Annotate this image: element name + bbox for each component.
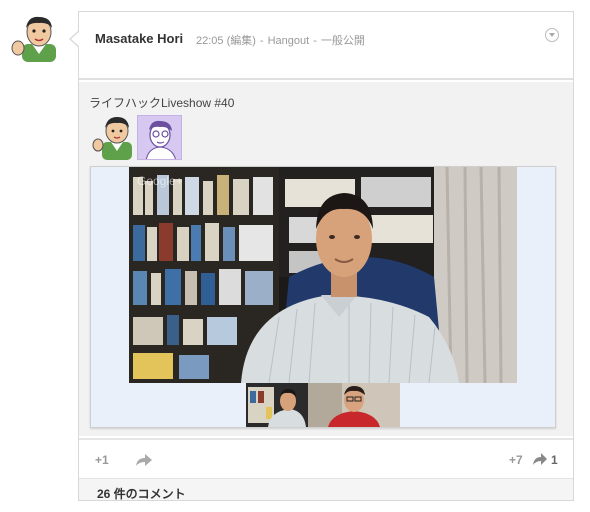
meta-separator: - bbox=[259, 35, 264, 47]
post-visibility[interactable]: 一般公開 bbox=[321, 35, 365, 47]
hangout-video[interactable]: Google+ bbox=[90, 166, 556, 428]
comments-section: 26 件のコメント bbox=[79, 478, 573, 500]
meta-separator: - bbox=[313, 35, 317, 47]
participant-thumbnail[interactable] bbox=[246, 383, 308, 427]
post-edited: (編集) bbox=[226, 35, 256, 47]
post-meta: 22:05 (編集) - Hangout - 一般公開 bbox=[196, 32, 365, 48]
share-arrow-icon[interactable] bbox=[532, 452, 548, 466]
plusone-count[interactable]: +7 bbox=[509, 453, 523, 467]
participant-avatar[interactable] bbox=[137, 115, 182, 160]
share-title: ライフハックLiveshow #40 bbox=[89, 96, 235, 110]
plusone-button[interactable]: +1 bbox=[95, 453, 109, 467]
share-count[interactable]: 1 bbox=[551, 453, 558, 467]
participant-thumbnails bbox=[246, 383, 400, 427]
participant-avatar[interactable] bbox=[92, 114, 136, 160]
participant-thumbnail[interactable] bbox=[308, 383, 400, 427]
post-header: Masatake Hori 22:05 (編集) - Hangout - 一般公開 bbox=[79, 12, 573, 80]
post-time[interactable]: 22:05 bbox=[196, 35, 224, 47]
share-arrow-icon[interactable] bbox=[135, 453, 153, 467]
post-actions: +1 +7 1 bbox=[79, 438, 573, 476]
video-main-feed[interactable]: Google+ bbox=[129, 167, 517, 383]
author-avatar[interactable] bbox=[10, 12, 62, 64]
comment-count[interactable]: 26 件のコメント bbox=[97, 485, 186, 500]
post-source[interactable]: Hangout bbox=[268, 35, 310, 47]
post-card: Masatake Hori 22:05 (編集) - Hangout - 一般公開 ライ… bbox=[78, 11, 574, 501]
card-pointer-inner bbox=[71, 31, 80, 47]
hangout-share: ライフハックLiveshow #40 Google+ bbox=[79, 82, 573, 436]
post-menu-chevron-icon[interactable] bbox=[545, 28, 559, 42]
video-watermark: Google+ bbox=[137, 174, 183, 188]
author-name[interactable]: Masatake Hori bbox=[95, 31, 183, 46]
